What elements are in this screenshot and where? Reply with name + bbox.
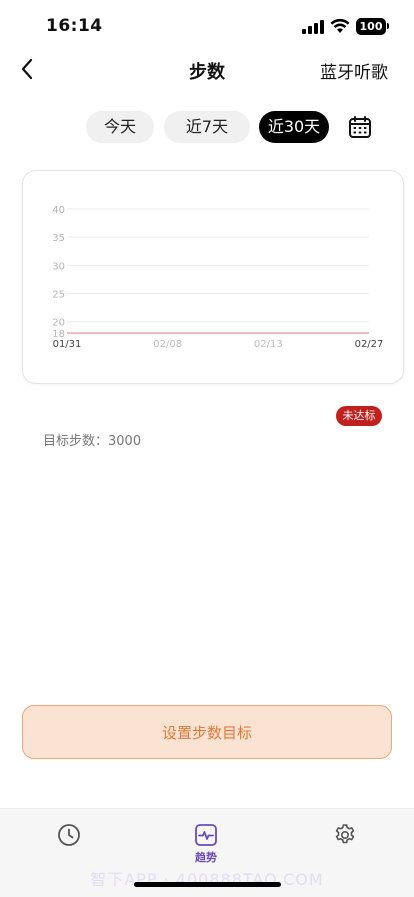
wifi-icon xyxy=(330,18,350,33)
y-tick-label-5: 40 xyxy=(52,205,65,216)
y-tick-label-2: 25 xyxy=(52,290,65,301)
tab-7-days[interactable]: 近7天 xyxy=(164,111,250,143)
steps-line-chart: 18202530354001/31 02/08 02/13 02/27 xyxy=(52,205,384,350)
status-badge: 未达标 xyxy=(336,406,382,426)
calendar-icon[interactable] xyxy=(348,115,372,139)
tab-30-days[interactable]: 近30天 xyxy=(259,111,329,143)
status-bar: 16:14 100 xyxy=(0,0,414,54)
y-tick-label-4: 35 xyxy=(52,233,65,244)
back-chevron-icon[interactable] xyxy=(18,57,38,81)
gear-icon xyxy=(335,824,355,844)
home-indicator xyxy=(134,882,281,887)
x-tick-label-2: 02/13 xyxy=(254,339,283,350)
steps-chart-card: 18 20 25 30 35 40 01/31 02/08 02/13 02/27 xyxy=(22,170,404,384)
x-tick-label-3: 02/27 xyxy=(355,339,384,350)
bluetooth-music-button[interactable]: 蓝牙听歌 xyxy=(320,58,388,83)
cellular-signal-icon xyxy=(302,20,324,34)
tab-trend-label: 趋势 xyxy=(195,851,217,864)
tab-today[interactable]: 今天 xyxy=(86,111,154,143)
status-time: 16:14 xyxy=(46,16,103,36)
tab-history[interactable] xyxy=(39,823,99,847)
battery-icon: 100 xyxy=(356,18,386,35)
range-tabs: 今天 近7天 近30天 xyxy=(0,111,414,143)
trend-pulse-icon xyxy=(195,824,217,846)
tab-trend[interactable]: 趋势 xyxy=(176,823,236,865)
x-tick-label-1: 02/08 xyxy=(153,339,182,350)
y-tick-label-3: 30 xyxy=(52,261,65,272)
tab-settings[interactable] xyxy=(315,823,375,847)
y-tick-label-1: 20 xyxy=(52,318,65,329)
goal-steps-text: 目标步数：3000 xyxy=(43,434,142,449)
x-tick-label-0: 01/31 xyxy=(53,339,82,350)
set-step-goal-button[interactable]: 设置步数目标 xyxy=(22,705,392,759)
clock-icon xyxy=(58,824,80,846)
battery-cap xyxy=(387,23,389,29)
nav-bar: 步数 蓝牙听歌 xyxy=(0,50,414,90)
